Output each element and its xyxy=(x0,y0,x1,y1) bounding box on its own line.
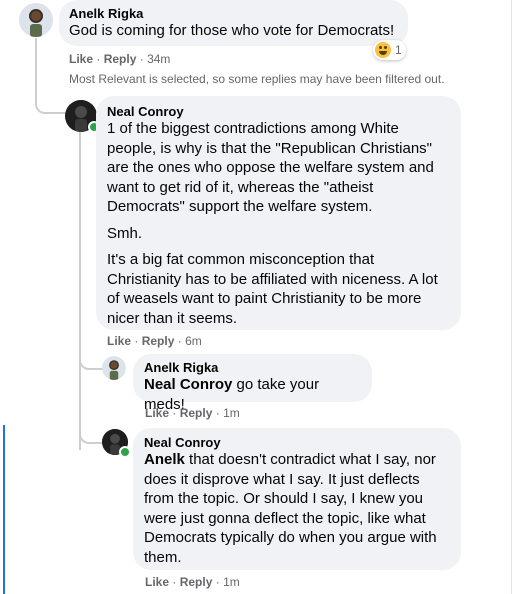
reply-button[interactable]: Reply xyxy=(104,52,137,66)
comment-author[interactable]: Neal Conroy xyxy=(107,104,449,119)
online-status-icon xyxy=(119,446,131,458)
comment-text: 1 of the biggest contradictions among Wh… xyxy=(107,119,449,328)
like-button[interactable]: Like xyxy=(145,575,169,589)
reply-button[interactable]: Reply xyxy=(180,575,213,589)
timestamp[interactable]: 1m xyxy=(223,406,240,420)
haha-reaction-icon xyxy=(375,42,391,58)
filter-note: Most Relevant is selected, so some repli… xyxy=(69,72,445,86)
like-button[interactable]: Like xyxy=(69,52,93,66)
avatar-anelk-rigka[interactable] xyxy=(19,3,53,37)
comment-actions: Like · Reply · 1m xyxy=(145,575,240,589)
comment-author[interactable]: Anelk Rigka xyxy=(69,6,396,21)
thread-line-replies xyxy=(79,130,81,450)
like-button[interactable]: Like xyxy=(107,334,131,348)
comment-bubble: Neal Conroy 1 of the biggest contradicti… xyxy=(96,96,461,330)
comment-author[interactable]: Anelk Rigka xyxy=(144,360,360,375)
thread-connector xyxy=(79,350,103,370)
mention-link[interactable]: Neal Conroy xyxy=(144,376,232,393)
comment-paragraph: It's a big fat common misconception that… xyxy=(107,251,438,327)
reaction-count: 1 xyxy=(395,43,402,57)
thread-connector xyxy=(35,98,65,114)
like-button[interactable]: Like xyxy=(145,406,169,420)
person-avatar-icon xyxy=(102,356,126,380)
thread-line-main xyxy=(35,38,37,100)
timestamp[interactable]: 34m xyxy=(147,52,170,66)
comment-actions: Like · Reply · 6m xyxy=(107,334,202,348)
comment-paragraph: Smh. xyxy=(107,224,143,242)
comment-text: God is coming for those who vote for Dem… xyxy=(69,22,395,39)
comment-bubble: Anelk Rigka Neal Conroy go take your med… xyxy=(133,354,372,413)
comment-actions: Like · Reply · 1m xyxy=(145,406,240,420)
focus-indicator xyxy=(3,425,5,594)
comment-paragraph: 1 of the biggest contradictions among Wh… xyxy=(107,120,434,215)
comment-bubble: Neal Conroy Anelk that doesn't contradic… xyxy=(133,428,461,570)
person-avatar-icon xyxy=(19,3,53,37)
timestamp[interactable]: 6m xyxy=(185,334,202,348)
reaction-badge[interactable]: 1 xyxy=(373,40,406,60)
avatar-anelk-rigka[interactable] xyxy=(102,356,126,380)
comment-bubble: Anelk Rigka God is coming for those who … xyxy=(59,0,408,46)
comment-text: Anelk that doesn't contradict what I say… xyxy=(144,451,437,566)
reply-button[interactable]: Reply xyxy=(142,334,175,348)
timestamp[interactable]: 1m xyxy=(223,575,240,589)
thread-connector xyxy=(79,420,103,444)
reply-button[interactable]: Reply xyxy=(180,406,213,420)
comment-actions: Like · Reply · 34m xyxy=(69,52,171,66)
comment-author[interactable]: Neal Conroy xyxy=(144,435,449,450)
mention-link[interactable]: Anelk xyxy=(144,451,185,468)
